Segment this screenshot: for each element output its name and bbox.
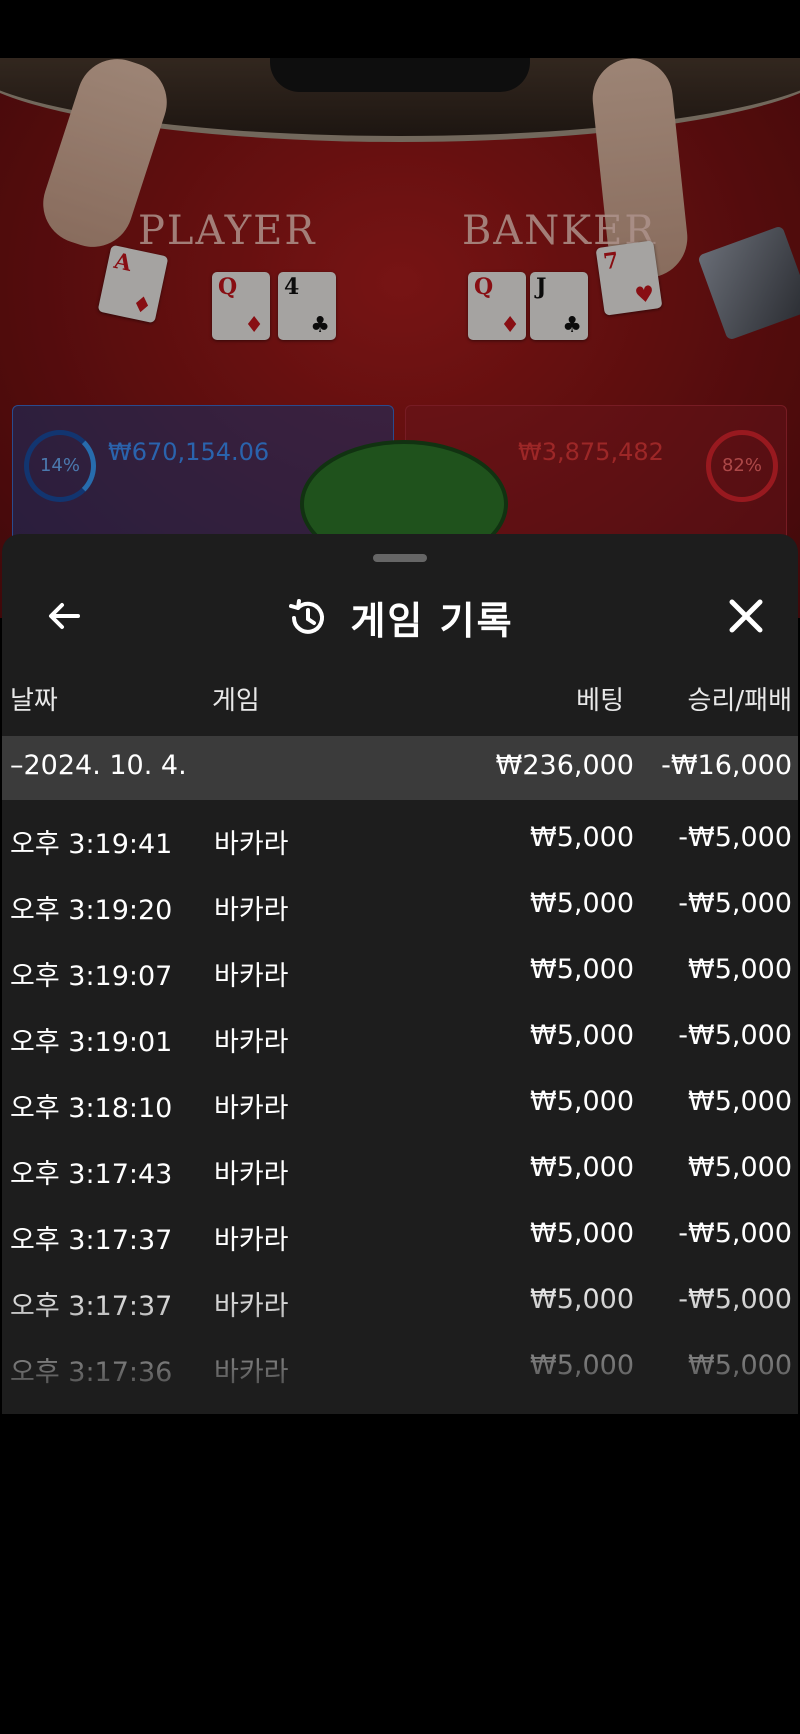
history-row-game: 바카라 <box>214 895 289 926</box>
history-row[interactable]: 오후 3:17:43 바카라 ₩5,000 ₩5,000 <box>2 1136 798 1202</box>
history-row-result: ₩5,000 <box>688 1152 792 1183</box>
close-button[interactable] <box>716 586 776 646</box>
history-row-time: 오후 3:17:36 <box>10 1357 173 1388</box>
date-group-bet-total: ₩236,000 <box>495 750 634 781</box>
history-row-time: 오후 3:17:43 <box>10 1159 173 1190</box>
history-row[interactable]: 오후 3:18:10 바카라 ₩5,000 ₩5,000 <box>2 1070 798 1136</box>
history-row-bet: ₩5,000 <box>530 1086 634 1117</box>
history-row-game: 바카라 <box>214 1357 289 1388</box>
history-row[interactable]: 오후 3:19:41 바카라 ₩5,000 -₩5,000 <box>2 806 798 872</box>
history-row-bet: ₩5,000 <box>530 1020 634 1051</box>
dim-overlay <box>0 0 800 620</box>
history-row[interactable]: 오후 3:19:20 바카라 ₩5,000 -₩5,000 <box>2 872 798 938</box>
history-row-result: ₩5,000 <box>688 1086 792 1117</box>
history-row-result: -₩5,000 <box>678 1020 792 1051</box>
history-row-game: 바카라 <box>214 1093 289 1124</box>
game-history-sheet: 게임 기록 날짜 게임 베팅 승리/패배 –2024. 10. 4. ₩236,… <box>2 534 798 1414</box>
history-row-bet: ₩5,000 <box>530 1152 634 1183</box>
history-row-game: 바카라 <box>214 1159 289 1190</box>
history-row-game: 바카라 <box>214 961 289 992</box>
history-row-game: 바카라 <box>214 1291 289 1322</box>
column-header-bet: 베팅 <box>576 686 624 716</box>
history-row-result: -₩5,000 <box>678 888 792 919</box>
column-header-result: 승리/패배 <box>687 686 792 716</box>
date-group-label: –2024. 10. 4. <box>10 750 187 781</box>
column-header-date: 날짜 <box>10 686 58 716</box>
history-row[interactable]: 오후 3:17:36 바카라 ₩5,000 ₩5,000 <box>2 1334 798 1400</box>
history-row-game: 바카라 <box>214 1027 289 1058</box>
history-row-result: ₩5,000 <box>688 954 792 985</box>
history-row-result: ₩5,000 <box>688 1350 792 1381</box>
history-row-bet: ₩5,000 <box>530 1350 634 1381</box>
history-row[interactable]: 오후 3:19:07 바카라 ₩5,000 ₩5,000 <box>2 938 798 1004</box>
date-group-result-total: -₩16,000 <box>661 750 792 781</box>
history-row-game: 바카라 <box>214 1225 289 1256</box>
history-row-result: -₩5,000 <box>678 822 792 853</box>
sheet-title: 게임 기록 <box>350 599 514 643</box>
history-row[interactable]: 오후 3:17:37 바카라 ₩5,000 -₩5,000 <box>2 1202 798 1268</box>
history-row[interactable]: 오후 3:19:01 바카라 ₩5,000 -₩5,000 <box>2 1004 798 1070</box>
close-icon <box>729 599 763 633</box>
date-group-row[interactable]: –2024. 10. 4. ₩236,000 -₩16,000 <box>2 736 798 800</box>
history-row-time: 오후 3:17:37 <box>10 1291 173 1322</box>
sheet-drag-handle[interactable] <box>373 554 427 562</box>
history-row-bet: ₩5,000 <box>530 822 634 853</box>
history-row-bet: ₩5,000 <box>530 888 634 919</box>
history-row-time: 오후 3:19:07 <box>10 961 173 992</box>
history-row-time: 오후 3:18:10 <box>10 1093 173 1124</box>
history-row-time: 오후 3:17:37 <box>10 1225 173 1256</box>
history-row-time: 오후 3:19:01 <box>10 1027 173 1058</box>
history-row-result: -₩5,000 <box>678 1218 792 1249</box>
history-row-time: 오후 3:19:20 <box>10 895 173 926</box>
history-row-bet: ₩5,000 <box>530 954 634 985</box>
history-row-bet: ₩5,000 <box>530 1284 634 1315</box>
history-row-result: -₩5,000 <box>678 1284 792 1315</box>
history-clock-icon <box>289 598 325 634</box>
sheet-header: 게임 기록 <box>2 590 798 645</box>
column-header-game: 게임 <box>212 686 260 716</box>
history-row-time: 오후 3:19:41 <box>10 829 173 860</box>
history-row-game: 바카라 <box>214 829 289 860</box>
history-row-bet: ₩5,000 <box>530 1218 634 1249</box>
history-row[interactable]: 오후 3:17:37 바카라 ₩5,000 -₩5,000 <box>2 1268 798 1334</box>
